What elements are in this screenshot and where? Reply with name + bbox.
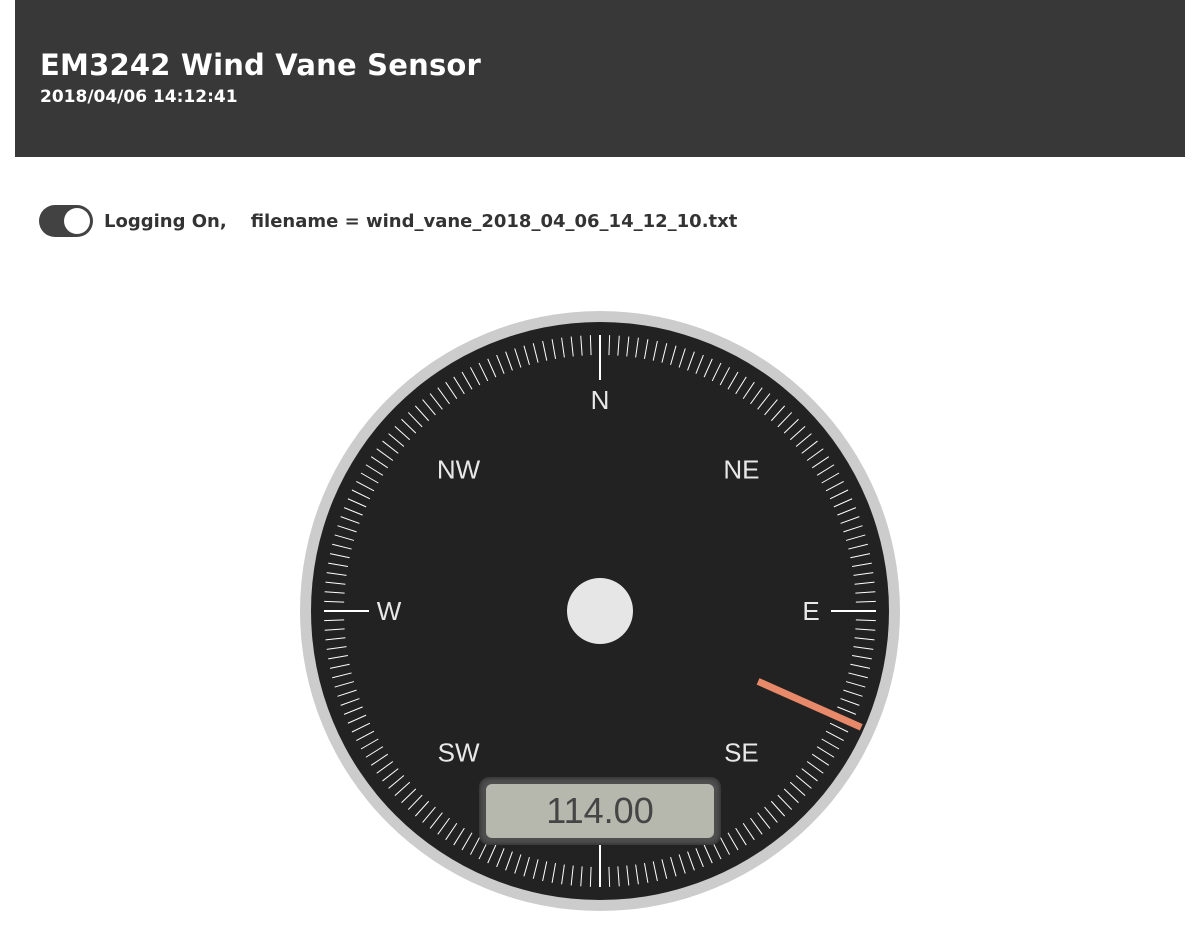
minor-tick	[855, 619, 876, 622]
logging-row: Logging On, filename = wind_vane_2018_04…	[39, 205, 737, 237]
wind-direction-gauge: N NE E SE SW W NW 114.00	[299, 310, 901, 912]
value-readout: 114.00	[479, 777, 721, 845]
direction-label-ne: NE	[723, 455, 759, 485]
app-header: EM3242 Wind Vane Sensor 2018/04/06 14:12…	[15, 0, 1185, 157]
log-filename: filename = wind_vane_2018_04_06_14_12_10…	[250, 210, 738, 232]
gauge-hub	[567, 578, 633, 644]
toggle-knob	[64, 208, 90, 234]
minor-tick	[855, 600, 876, 603]
minor-tick	[608, 866, 611, 887]
direction-label-e: E	[802, 596, 819, 626]
logging-status-label: Logging On,	[104, 210, 227, 232]
direction-label-se: SE	[724, 737, 759, 767]
direction-label-sw: SW	[438, 737, 480, 767]
minor-tick	[589, 335, 592, 356]
page-title: EM3242 Wind Vane Sensor	[40, 48, 482, 82]
minor-tick	[324, 619, 345, 622]
direction-label-n: N	[591, 385, 610, 415]
direction-label-w: W	[377, 596, 402, 626]
direction-label-nw: NW	[437, 455, 481, 485]
minor-tick	[589, 866, 592, 887]
minor-tick	[608, 335, 611, 356]
minor-tick	[324, 600, 345, 603]
logging-toggle[interactable]	[39, 205, 93, 237]
timestamp: 2018/04/06 14:12:41	[40, 87, 238, 107]
readout-value: 114.00	[486, 784, 714, 838]
